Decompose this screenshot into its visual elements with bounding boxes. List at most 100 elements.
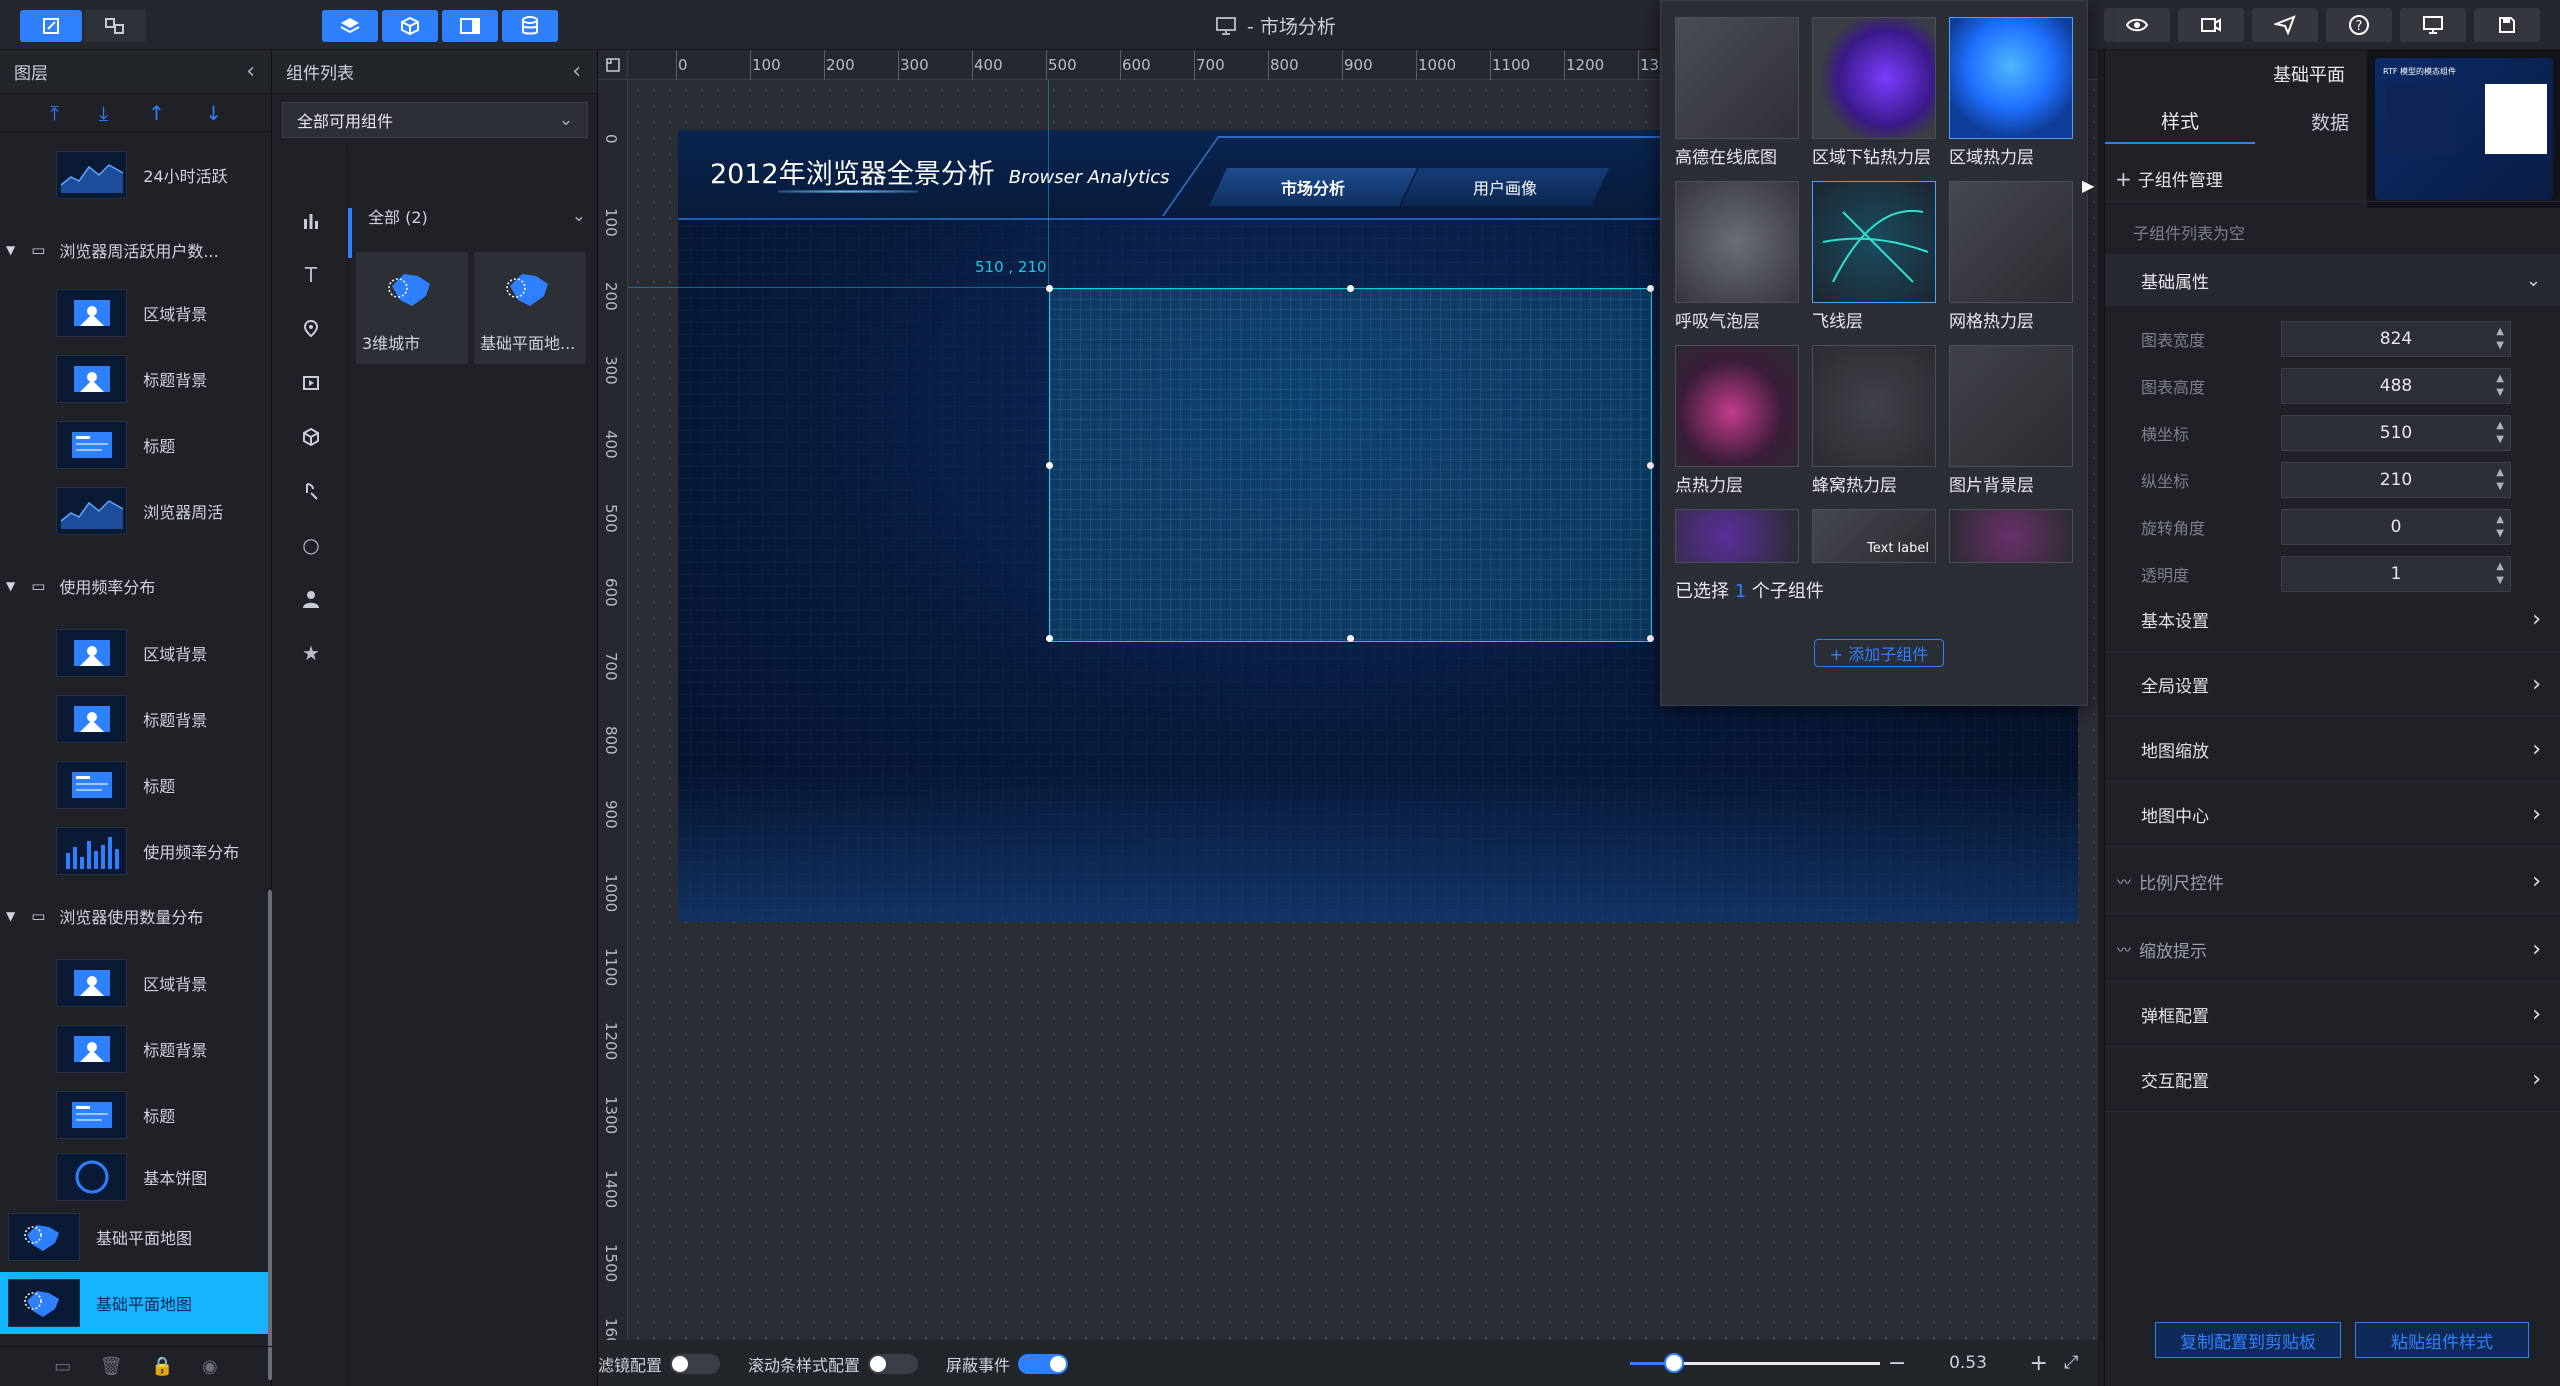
- caret-down-icon[interactable]: ▼: [6, 909, 15, 923]
- caret-right-icon[interactable]: ▶: [2082, 176, 2094, 195]
- layer-group-label: 使用频率分布: [59, 578, 156, 597]
- block-events-toggle[interactable]: [1018, 1354, 1069, 1374]
- add-sub-component-button[interactable]: + 添加子组件: [1814, 639, 1944, 667]
- layer-row[interactable]: 24小时活跃: [0, 144, 272, 206]
- layer-row[interactable]: 标题: [0, 414, 272, 476]
- paste-style-button[interactable]: 粘贴组件样式: [2355, 1322, 2529, 1358]
- circle-category-icon[interactable]: ○: [298, 532, 324, 558]
- layers-icon[interactable]: [322, 10, 378, 42]
- category-row[interactable]: 全部 (2) ⌄: [348, 198, 598, 234]
- zoom-in-icon[interactable]: +: [2030, 1351, 2048, 1376]
- settings-section-row[interactable]: 基本设置 ›: [2105, 588, 2560, 652]
- zoom-out-icon[interactable]: −: [1888, 1351, 1906, 1376]
- layer-row[interactable]: 使用频率分布: [0, 820, 272, 882]
- layer-row[interactable]: 标题背景: [0, 1018, 272, 1080]
- layer-label: 标题背景: [143, 1041, 208, 1060]
- panel-icon[interactable]: [442, 10, 498, 42]
- sub-layer-option[interactable]: 飞线层: [1812, 181, 1936, 332]
- layer-row[interactable]: 标题: [0, 1084, 272, 1146]
- resize-handle-s[interactable]: [1347, 635, 1354, 642]
- caret-down-icon[interactable]: ▼: [6, 243, 15, 257]
- layer-row[interactable]: 标题背景: [0, 348, 272, 410]
- sub-layer-option[interactable]: 呼吸气泡层: [1675, 181, 1799, 332]
- layers-swap-icon[interactable]: [84, 10, 146, 42]
- send-icon[interactable]: [2252, 8, 2318, 42]
- layer-row[interactable]: 基础平面地图: [0, 1206, 272, 1268]
- settings-section-row[interactable]: 〰比例尺控件 ›: [2105, 850, 2560, 914]
- layer-group-row[interactable]: ▼ ▭ 使用频率分布: [0, 566, 272, 606]
- settings-section-row[interactable]: 交互配置 ›: [2105, 1048, 2560, 1112]
- layer-row[interactable]: 基本饼图: [0, 1146, 272, 1208]
- component-card-3d-city[interactable]: 3维城市: [356, 252, 468, 364]
- resize-handle-se[interactable]: [1647, 635, 1654, 642]
- trash-icon[interactable]: 🗑: [100, 1356, 123, 1377]
- component-filter-select[interactable]: 全部可用组件 ⌄: [282, 102, 588, 138]
- sub-layer-option[interactable]: [1675, 509, 1799, 563]
- sub-layer-option[interactable]: 点热力层: [1675, 345, 1799, 496]
- help-icon[interactable]: ?: [2326, 8, 2392, 42]
- resize-handle-nw[interactable]: [1046, 285, 1053, 292]
- layer-row[interactable]: 标题背景: [0, 688, 272, 750]
- tab-user-profile[interactable]: 用户画像: [1401, 168, 1609, 206]
- sub-layer-option[interactable]: 网格热力层: [1949, 181, 2073, 332]
- cube-icon[interactable]: [382, 10, 438, 42]
- layer-row[interactable]: 区域背景: [0, 952, 272, 1014]
- eye-icon[interactable]: [2104, 8, 2170, 42]
- sub-layer-option[interactable]: 区域下钻热力层: [1812, 17, 1936, 168]
- text-category-icon[interactable]: T: [298, 262, 324, 288]
- star-category-icon[interactable]: ★: [298, 640, 324, 666]
- save-icon[interactable]: [2474, 8, 2540, 42]
- resize-handle-ne[interactable]: [1647, 285, 1654, 292]
- layer-row[interactable]: 区域背景: [0, 282, 272, 344]
- chart-category-icon[interactable]: [298, 208, 324, 234]
- database-icon[interactable]: [502, 10, 558, 42]
- layer-row[interactable]: 区域背景: [0, 622, 272, 684]
- settings-section-row[interactable]: 弹框配置 ›: [2105, 983, 2560, 1047]
- settings-section-row[interactable]: 地图缩放 ›: [2105, 718, 2560, 782]
- resize-handle-w[interactable]: [1046, 462, 1053, 469]
- caret-down-icon[interactable]: ▼: [6, 579, 15, 593]
- zoom-slider-track[interactable]: [1630, 1353, 1880, 1373]
- settings-section-row[interactable]: 全局设置 ›: [2105, 653, 2560, 717]
- lock-icon[interactable]: 🔒: [151, 1356, 173, 1377]
- component-card-base-map[interactable]: 基础平面地...: [474, 252, 586, 364]
- selected-map-component[interactable]: [1046, 285, 1654, 642]
- monitor-icon[interactable]: [2400, 8, 2466, 42]
- eye-toggle-icon[interactable]: 〰: [2117, 872, 2131, 892]
- sub-layer-option[interactable]: [1949, 509, 2073, 563]
- layer-group-row[interactable]: ▼ ▭ 浏览器使用数量分布: [0, 896, 272, 936]
- resize-handle-n[interactable]: [1347, 285, 1354, 292]
- ruler-tick-label: 700: [602, 652, 620, 681]
- copy-config-button[interactable]: 复制配置到剪贴板: [2155, 1322, 2341, 1358]
- sub-layer-option[interactable]: 高德在线底图: [1675, 17, 1799, 168]
- sub-layer-option[interactable]: 图片背景层: [1949, 345, 2073, 496]
- layer-row[interactable]: 浏览器周活: [0, 480, 272, 542]
- folder-icon[interactable]: ▭: [54, 1356, 71, 1377]
- ruler-corner-icon[interactable]: [598, 50, 628, 80]
- resize-handle-sw[interactable]: [1046, 635, 1053, 642]
- scrollbar-style-toggle[interactable]: [868, 1354, 919, 1374]
- video-icon[interactable]: [2178, 8, 2244, 42]
- eye-toggle-icon[interactable]: 〰: [2117, 940, 2131, 960]
- sub-layer-option[interactable]: Text label: [1812, 509, 1936, 563]
- sub-layer-option[interactable]: 区域热力层: [1949, 17, 2073, 168]
- layer-row[interactable]: 标题: [0, 754, 272, 816]
- visibility-icon[interactable]: ◉: [202, 1356, 218, 1377]
- user-category-icon[interactable]: [298, 586, 324, 612]
- zoom-slider-thumb[interactable]: [1664, 1353, 1685, 1373]
- filter-config-toggle[interactable]: [670, 1354, 721, 1374]
- resize-handle-e[interactable]: [1647, 462, 1654, 469]
- collapse-list-icon[interactable]: ‹: [572, 59, 581, 84]
- interaction-category-icon[interactable]: [298, 478, 324, 504]
- settings-section-row[interactable]: 地图中心 ›: [2105, 783, 2560, 847]
- fit-screen-icon[interactable]: ⤢: [2064, 1352, 2078, 1373]
- layer-row-selected[interactable]: 基础平面地图: [0, 1272, 268, 1334]
- tab-market-analysis[interactable]: 市场分析: [1209, 168, 1417, 206]
- 3d-category-icon[interactable]: [298, 424, 324, 450]
- media-category-icon[interactable]: [298, 370, 324, 396]
- sub-layer-option[interactable]: 蜂窝热力层: [1812, 345, 1936, 496]
- map-pin-category-icon[interactable]: [298, 316, 324, 342]
- layer-group-row[interactable]: ▼ ▭ 浏览器周活跃用户数...: [0, 230, 272, 270]
- settings-section-row[interactable]: 〰缩放提示 ›: [2105, 918, 2560, 982]
- edit-icon[interactable]: [20, 10, 82, 42]
